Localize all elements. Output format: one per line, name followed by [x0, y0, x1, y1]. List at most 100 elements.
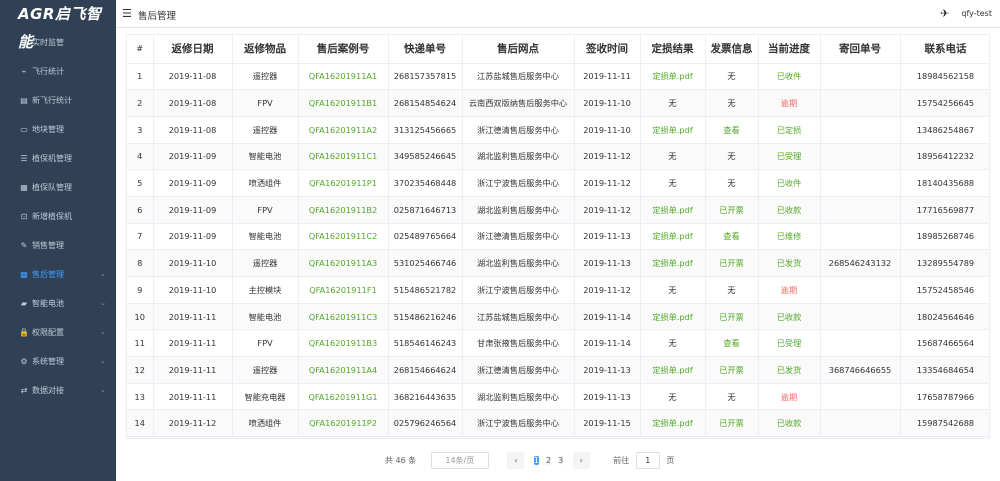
table-cell[interactable]: QFA16201911A4 [298, 356, 389, 384]
table-cell[interactable]: QFA16201911B2 [298, 196, 389, 224]
goto-label: 前往 [613, 456, 630, 465]
table-row: 1 2019-11-08 遥控器 QFA16201911A1 268157357815 江… [127, 63, 989, 91]
table-cell[interactable]: 查看 [705, 116, 759, 144]
prev-page-button[interactable]: ‹ [507, 452, 525, 469]
table-cell: 2019-11-08 [153, 116, 233, 144]
table-cell: 已受理 [758, 329, 821, 358]
chevron-down-icon: ⌄ [100, 328, 106, 336]
sidebar-item[interactable]: ▤ 新飞行统计 [0, 86, 116, 115]
table-cell: 14 [127, 409, 154, 438]
table-cell[interactable]: 定损单.pdf [640, 356, 706, 384]
sidebar-item[interactable]: ☰ 植保机管理 [0, 144, 116, 173]
hamburger-menu-icon[interactable]: ☰ [122, 7, 132, 20]
table-cell [820, 276, 901, 304]
table-cell: 已收款 [758, 303, 821, 331]
page-number-button[interactable]: 3 [558, 456, 564, 465]
table-row: 6 2019-11-09 FPV QFA16201911B2 025871646713 湖… [127, 196, 989, 224]
menu-item-icon: 🔒 [19, 328, 29, 337]
table-cell [820, 383, 901, 411]
sidebar-item[interactable]: ⊡ 新增植保机 [0, 202, 116, 231]
page-number-list: 123 [533, 452, 570, 469]
table-cell[interactable]: QFA16201911P2 [298, 409, 389, 438]
table-cell: 江苏盐城售后服务中心 [462, 303, 575, 331]
column-header: 签收时间 [574, 35, 641, 64]
table-row: 12 2019-11-11 遥控器 QFA16201911A4 268154664624… [127, 356, 989, 384]
chevron-down-icon: ⌄ [100, 270, 106, 278]
table-cell: 15754256645 [900, 89, 989, 117]
table-cell: 无 [705, 383, 759, 411]
table-cell[interactable]: QFA16201911F1 [298, 276, 389, 304]
table-cell: 2019-11-14 [574, 329, 641, 358]
table-row: 11 2019-11-11 FPV QFA16201911B3 518546146243… [127, 329, 989, 358]
sidebar-item[interactable]: ◎ 实时监管 [0, 28, 116, 57]
sidebar-item[interactable]: ⌁ 飞行统计 [0, 57, 116, 86]
table-cell[interactable]: 定损单.pdf [640, 223, 706, 251]
table-cell: 268157357815 [388, 63, 463, 91]
table-cell: 2019-11-14 [574, 303, 641, 331]
table-cell[interactable]: QFA16201911A2 [298, 116, 389, 144]
table-cell: 无 [640, 143, 706, 171]
table-row: 7 2019-11-09 智能电池 QFA16201911C2 025489765664… [127, 223, 989, 251]
sidebar-item[interactable]: ⇄ 数据对接 ⌄ [0, 376, 116, 405]
table-cell[interactable]: 定损单.pdf [640, 63, 706, 91]
table-cell: 已开票 [705, 249, 759, 277]
table-row: 4 2019-11-09 智能电池 QFA16201911C1 349585246645… [127, 143, 989, 171]
table-cell: 2 [127, 89, 154, 117]
sidebar-item[interactable]: ▦ 植保队管理 [0, 173, 116, 202]
table-cell[interactable]: QFA16201911A3 [298, 249, 389, 277]
table-cell[interactable]: QFA16201911P1 [298, 169, 389, 197]
sidebar-item[interactable]: ▰ 智能电池 ⌄ [0, 289, 116, 318]
table-cell [820, 196, 901, 224]
table-cell[interactable]: QFA16201911C2 [298, 223, 389, 251]
table-cell[interactable]: 定损单.pdf [640, 116, 706, 144]
table-cell[interactable]: 定损单.pdf [640, 409, 706, 438]
sidebar-item[interactable]: ▭ 地块管理 [0, 115, 116, 144]
table-cell: FPV [232, 89, 299, 117]
table-cell: 268154854624 [388, 89, 463, 117]
table-cell[interactable]: QFA16201911A1 [298, 63, 389, 91]
table-cell: 湖北监利售后服务中心 [462, 196, 575, 224]
table-cell: 无 [640, 329, 706, 358]
table-cell[interactable]: 定损单.pdf [640, 303, 706, 331]
table-cell: 11 [127, 329, 154, 358]
column-header: 寄回单号 [820, 35, 901, 64]
table-cell[interactable]: 定损单.pdf [640, 249, 706, 277]
table-cell[interactable]: 查看 [705, 329, 759, 358]
table-cell: 遥控器 [232, 116, 299, 144]
drone-avatar-icon: ✈ [940, 7, 950, 20]
table-cell[interactable]: QFA16201911C1 [298, 143, 389, 171]
table-row: 13 2019-11-11 智能充电器 QFA16201911G1 3682164436… [127, 383, 989, 411]
table-row: 14 2019-11-12 喷洒组件 QFA16201911P2 02579624656… [127, 409, 989, 438]
table-cell: 13289554789 [900, 249, 989, 277]
table-cell[interactable]: 定损单.pdf [640, 196, 706, 224]
table-cell: 浙江德清售后服务中心 [462, 223, 575, 251]
page-number-button[interactable]: 2 [546, 456, 552, 465]
table-cell [820, 89, 901, 117]
table-cell: 无 [705, 169, 759, 197]
header: ☰ 售后管理 ✈ qfy-test [116, 0, 1000, 28]
sidebar-item[interactable]: ✎ 销售管理 [0, 231, 116, 260]
next-page-button[interactable]: › [572, 452, 590, 469]
page-size-select[interactable]: 14条/页 [430, 452, 489, 469]
table-cell[interactable]: QFA16201911G1 [298, 383, 389, 411]
goto-page-input[interactable]: 1 [635, 452, 660, 469]
sidebar-item[interactable]: ⚙ 系统管理 ⌄ [0, 347, 116, 376]
table-cell[interactable]: QFA16201911B1 [298, 89, 389, 117]
user-menu[interactable]: ✈ qfy-test [940, 7, 992, 20]
table-cell[interactable]: QFA16201911C3 [298, 303, 389, 331]
table-cell: 无 [640, 89, 706, 117]
table-cell[interactable]: 查看 [705, 223, 759, 251]
table-cell: 已收件 [758, 169, 821, 197]
column-header: 返修物品 [232, 35, 299, 64]
sidebar-item[interactable]: ▩ 售后管理 ⌄ [0, 260, 116, 289]
menu-item-icon: ⇄ [20, 386, 28, 395]
table-cell: 2019-11-12 [153, 409, 233, 438]
sidebar-item[interactable]: 🔒 权限配置 ⌄ [0, 318, 116, 347]
table-cell: 515486521782 [388, 276, 463, 304]
menu-item-icon: ▩ [20, 270, 28, 279]
table-cell: 智能充电器 [232, 383, 299, 411]
table-cell: 2019-11-10 [153, 249, 233, 277]
table-cell: 2019-11-12 [574, 196, 641, 224]
page-number-button[interactable]: 1 [533, 456, 539, 465]
table-cell[interactable]: QFA16201911B3 [298, 329, 389, 358]
